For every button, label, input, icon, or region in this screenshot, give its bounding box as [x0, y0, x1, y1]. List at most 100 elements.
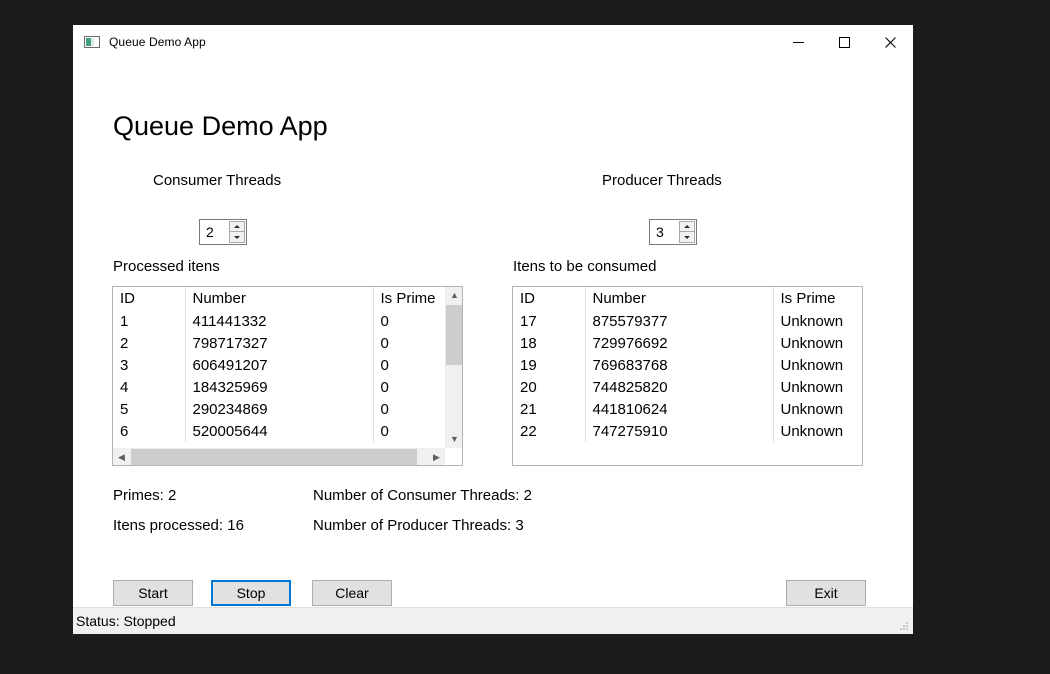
consumer-threads-stepper[interactable]	[199, 219, 247, 245]
producer-threads-input[interactable]	[650, 220, 679, 244]
queued-items-viewport: ID Number Is Prime 17 875579377 Unknown 18 7299…	[513, 287, 862, 465]
producer-stepper-arrows	[679, 221, 695, 243]
table-row[interactable]: 1 411441332 0	[113, 310, 445, 332]
table-cell: 520005644	[192, 422, 268, 440]
table-cell: 3	[120, 356, 129, 374]
table-row[interactable]: 18 729976692 Unknown	[513, 332, 862, 354]
scroll-right-icon[interactable]: ▶	[428, 449, 445, 465]
page-title: Queue Demo App	[113, 111, 328, 141]
table-cell: 4	[120, 378, 129, 396]
table-row[interactable]: 20 744825820 Unknown	[513, 376, 862, 398]
processed-column-header[interactable]: Number	[185, 287, 373, 310]
processed-items-viewport: ID Number Is Prime 1 411441332 0 2 798717327 0 3 6…	[113, 287, 445, 448]
processed-vertical-scrollbar[interactable]: ▲ ▼	[445, 287, 462, 448]
table-row[interactable]: 3 606491207 0	[113, 354, 445, 376]
table-cell: Unknown	[780, 312, 844, 330]
scrollbar-corner	[445, 448, 462, 465]
table-row[interactable]: 19 769683768 Unknown	[513, 354, 862, 376]
table-row[interactable]: 6 520005644 0	[113, 420, 445, 442]
table-cell: 769683768	[592, 356, 668, 374]
processed-column-header[interactable]: ID	[113, 287, 185, 310]
title-bar[interactable]: Queue Demo App	[73, 25, 913, 59]
window-title: Queue Demo App	[109, 35, 206, 49]
client-area: Queue Demo App Consumer Threads Producer…	[73, 59, 913, 607]
resize-grip-icon[interactable]	[898, 619, 910, 631]
table-cell: 0	[380, 334, 389, 352]
table-cell: 606491207	[192, 356, 268, 374]
stop-button[interactable]: Stop	[211, 580, 291, 606]
clear-button[interactable]: Clear	[312, 580, 392, 606]
producer-threads-label: Producer Threads	[602, 172, 722, 189]
table-cell: 729976692	[592, 334, 668, 352]
processed-items-grid[interactable]: ID Number Is Prime 1 411441332 0 2 798717327 0 3 6…	[112, 286, 463, 466]
table-cell: 875579377	[592, 312, 668, 330]
maximize-icon[interactable]	[821, 25, 867, 59]
table-cell: 17	[520, 312, 537, 330]
table-cell: 290234869	[192, 400, 268, 418]
table-cell: 0	[380, 422, 389, 440]
table-row[interactable]: 17 875579377 Unknown	[513, 310, 862, 332]
table-row[interactable]: 4 184325969 0	[113, 376, 445, 398]
table-cell: Unknown	[780, 334, 844, 352]
scroll-down-icon[interactable]: ▼	[446, 431, 462, 448]
processed-column-header[interactable]: Is Prime	[373, 287, 445, 310]
table-cell: 0	[380, 356, 389, 374]
table-cell: 0	[380, 312, 389, 330]
table-cell: 18	[520, 334, 537, 352]
table-cell: 5	[120, 400, 129, 418]
table-cell: 0	[380, 400, 389, 418]
table-cell: 744825820	[592, 378, 668, 396]
processed-header-row: ID Number Is Prime	[113, 287, 445, 310]
producer-stepper-up-icon[interactable]	[679, 221, 695, 232]
horizontal-scroll-thumb[interactable]	[131, 449, 417, 465]
status-bar: Status: Stopped	[73, 607, 913, 634]
queued-column-header[interactable]: Number	[585, 287, 773, 310]
table-cell: Unknown	[780, 356, 844, 374]
table-cell: 19	[520, 356, 537, 374]
start-button[interactable]: Start	[113, 580, 193, 606]
queued-column-header[interactable]: ID	[513, 287, 585, 310]
queued-items-label: Itens to be consumed	[513, 258, 657, 275]
consumer-stepper-up-icon[interactable]	[229, 221, 245, 232]
table-row[interactable]: 2 798717327 0	[113, 332, 445, 354]
processed-items-table: ID Number Is Prime 1 411441332 0 2 798717327 0 3 6…	[113, 287, 445, 442]
table-cell: 0	[380, 378, 389, 396]
vertical-scroll-thumb[interactable]	[446, 305, 462, 365]
producer-stepper-down-icon[interactable]	[679, 232, 695, 243]
table-row[interactable]: 5 290234869 0	[113, 398, 445, 420]
table-cell: 2	[120, 334, 129, 352]
exit-button[interactable]: Exit	[786, 580, 866, 606]
scroll-up-icon[interactable]: ▲	[446, 287, 462, 304]
producer-thread-count-label: Number of Producer Threads: 3	[313, 517, 524, 534]
app-window: Queue Demo App Queue Demo App Consumer T…	[73, 25, 913, 634]
table-cell: Unknown	[780, 378, 844, 396]
consumer-threads-input[interactable]	[200, 220, 229, 244]
producer-threads-stepper[interactable]	[649, 219, 697, 245]
queued-header-row: ID Number Is Prime	[513, 287, 862, 310]
queued-items-table: ID Number Is Prime 17 875579377 Unknown 18 7299…	[513, 287, 862, 442]
table-cell: 22	[520, 422, 537, 440]
queued-column-header[interactable]: Is Prime	[773, 287, 862, 310]
table-row[interactable]: 21 441810624 Unknown	[513, 398, 862, 420]
table-cell: Unknown	[780, 400, 844, 418]
table-cell: 441810624	[592, 400, 668, 418]
table-cell: 184325969	[192, 378, 268, 396]
scroll-left-icon[interactable]: ◀	[113, 449, 130, 465]
table-cell: Unknown	[780, 422, 844, 440]
minimize-icon[interactable]	[775, 25, 821, 59]
queued-items-grid[interactable]: ID Number Is Prime 17 875579377 Unknown 18 7299…	[512, 286, 863, 466]
consumer-stepper-down-icon[interactable]	[229, 232, 245, 243]
table-cell: 21	[520, 400, 537, 418]
table-cell: 411441332	[192, 312, 267, 330]
table-cell: 20	[520, 378, 537, 396]
processed-items-label: Processed itens	[113, 258, 220, 275]
consumer-stepper-arrows	[229, 221, 245, 243]
status-text: Status: Stopped	[76, 613, 176, 629]
close-icon[interactable]	[867, 25, 913, 59]
app-window-icon	[84, 34, 100, 50]
processed-horizontal-scrollbar[interactable]: ◀ ▶	[113, 448, 445, 465]
table-row[interactable]: 22 747275910 Unknown	[513, 420, 862, 442]
items-processed-label: Itens processed: 16	[113, 517, 244, 534]
caption-button-group	[775, 25, 913, 59]
table-cell: 747275910	[592, 422, 668, 440]
